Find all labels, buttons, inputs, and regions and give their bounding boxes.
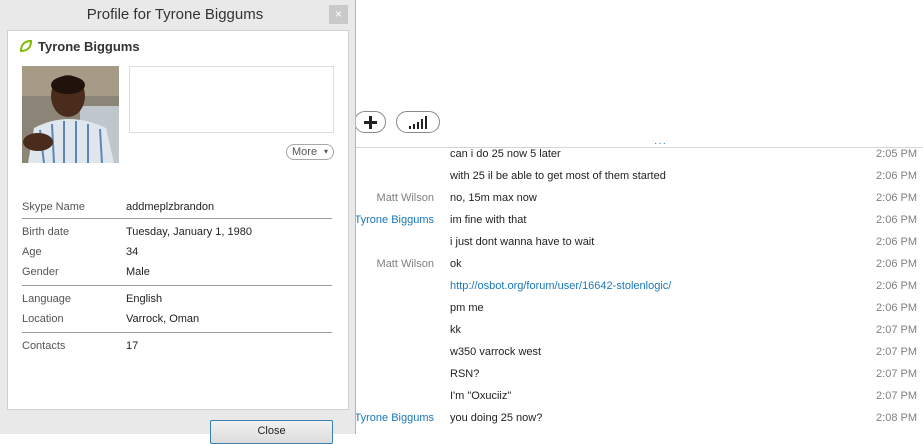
message-timestamp: 2:06 PM — [876, 192, 917, 204]
profile-name: Tyrone Biggums — [38, 39, 140, 54]
message-text: im fine with that — [450, 214, 527, 226]
chat-pane: ··· can i do 25 now 5 later 2:05 PM with 2… — [349, 0, 923, 434]
message-row: Tyrone Biggums im fine with that 2:06 PM — [349, 209, 923, 231]
message-row: kk 2:07 PM — [349, 319, 923, 341]
message-sender[interactable]: Tyrone Biggums — [355, 209, 434, 231]
field-label-gender: Gender — [22, 266, 59, 278]
field-value-age: 34 — [126, 246, 139, 258]
field-label-age: Age — [22, 246, 42, 258]
more-button[interactable]: More ▾ — [286, 144, 334, 160]
message-row: http://osbot.org/forum/user/16642-stolen… — [349, 275, 923, 297]
message-timestamp: 2:06 PM — [876, 236, 917, 248]
call-quality-button[interactable] — [396, 111, 440, 133]
field-divider — [22, 218, 332, 219]
message-row: i just dont wanna have to wait 2:06 PM — [349, 231, 923, 253]
message-row: Tyrone Biggums you doing 25 now? 2:08 PM — [349, 407, 923, 429]
dialog-title: Profile for Tyrone Biggums — [86, 6, 264, 23]
message-row: Matt Wilson no, 15m max now 2:06 PM — [349, 187, 923, 209]
avatar — [22, 66, 119, 163]
message-timestamp: 2:06 PM — [876, 258, 917, 270]
field-label-language: Language — [22, 293, 71, 305]
message-sender[interactable]: Matt Wilson — [377, 187, 434, 209]
field-value-gender: Male — [126, 266, 150, 278]
message-timestamp: 2:06 PM — [876, 170, 917, 182]
more-button-label: More — [292, 146, 318, 158]
profile-dialog: Profile for Tyrone Biggums × Tyrone Bigg… — [0, 0, 356, 444]
message-timestamp: 2:07 PM — [876, 346, 917, 358]
field-label-skype-name: Skype Name — [22, 201, 85, 213]
mood-message-box — [129, 66, 334, 133]
message-timestamp: 2:07 PM — [876, 390, 917, 402]
chevron-down-icon: ▾ — [324, 147, 329, 156]
message-timestamp: 2:05 PM — [876, 148, 917, 160]
message-text: you doing 25 now? — [450, 412, 543, 424]
message-timestamp: 2:06 PM — [876, 214, 917, 226]
message-timestamp: 2:07 PM — [876, 324, 917, 336]
message-text: I'm "Oxuciiz" — [450, 390, 512, 402]
message-text: with 25 il be able to get most of them s… — [450, 170, 666, 182]
profile-panel: Tyrone Biggums More ▾ Skype Name addmepl… — [7, 30, 349, 410]
message-text: w350 varrock west — [450, 346, 542, 358]
message-text: ok — [450, 258, 462, 270]
message-row: can i do 25 now 5 later 2:05 PM — [349, 143, 923, 165]
message-row: I'm "Oxuciiz" 2:07 PM — [349, 385, 923, 407]
dialog-close-button[interactable]: × — [329, 5, 348, 24]
message-row: Matt Wilson ok 2:06 PM — [349, 253, 923, 275]
message-link[interactable]: http://osbot.org/forum/user/16642-stolen… — [450, 275, 671, 297]
message-timestamp: 2:08 PM — [876, 412, 917, 424]
message-row: pm me 2:06 PM — [349, 297, 923, 319]
close-button[interactable]: Close — [210, 420, 333, 444]
message-text: can i do 25 now 5 later — [450, 148, 561, 160]
message-sender[interactable]: Tyrone Biggums — [355, 407, 434, 429]
message-timestamp: 2:06 PM — [876, 280, 917, 292]
field-label-location: Location — [22, 313, 64, 325]
field-label-contacts: Contacts — [22, 340, 66, 352]
dialog-footer: Close — [7, 410, 349, 444]
field-divider — [22, 285, 332, 286]
field-value-skype-name: addmeplzbrandon — [126, 201, 215, 213]
message-sender[interactable]: Matt Wilson — [377, 253, 434, 275]
message-text: i just dont wanna have to wait — [450, 236, 595, 248]
message-timestamp: 2:07 PM — [876, 368, 917, 380]
field-label-birth-date: Birth date — [22, 226, 70, 238]
message-row: w350 varrock west 2:07 PM — [349, 341, 923, 363]
message-text: kk — [450, 324, 461, 336]
plus-icon — [364, 116, 377, 129]
field-divider — [22, 332, 332, 333]
call-quality-bars-icon — [409, 116, 427, 129]
skype-online-leaf-icon — [19, 39, 33, 56]
field-value-location: Varrock, Oman — [126, 313, 200, 325]
add-people-button[interactable] — [354, 111, 386, 133]
field-value-contacts: 17 — [126, 340, 139, 352]
message-text: pm me — [450, 302, 484, 314]
message-text: RSN? — [450, 368, 480, 380]
message-row: RSN? 2:07 PM — [349, 363, 923, 385]
field-value-birth-date: Tuesday, January 1, 1980 — [126, 226, 252, 238]
message-timestamp: 2:06 PM — [876, 302, 917, 314]
message-row: with 25 il be able to get most of them s… — [349, 165, 923, 187]
field-value-language: English — [126, 293, 163, 305]
message-text: no, 15m max now — [450, 192, 537, 204]
